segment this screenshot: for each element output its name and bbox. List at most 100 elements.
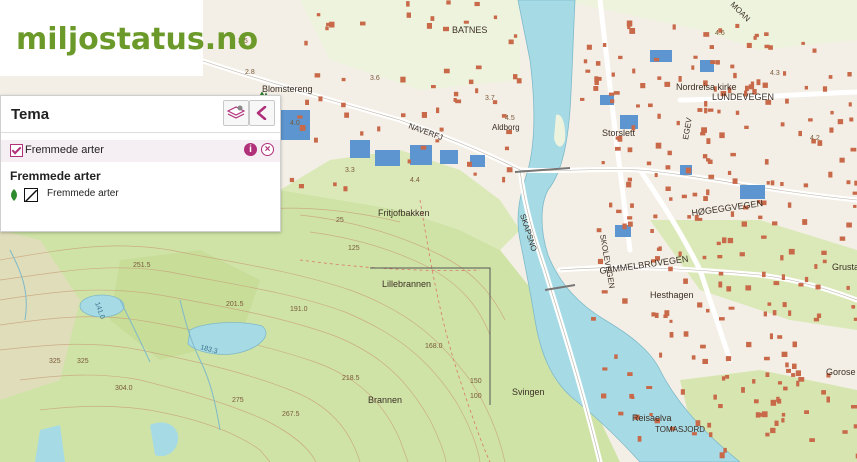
place-label: TOMASJORD bbox=[655, 425, 705, 434]
close-icon[interactable]: × bbox=[261, 143, 274, 156]
house bbox=[735, 23, 740, 28]
house bbox=[601, 290, 608, 294]
house bbox=[788, 310, 792, 316]
house bbox=[735, 110, 740, 115]
legend-item-label: Fremmede arter bbox=[47, 188, 119, 199]
house bbox=[796, 380, 800, 387]
panel-title: Tema bbox=[11, 106, 50, 123]
house bbox=[715, 60, 720, 65]
house bbox=[502, 176, 506, 183]
house bbox=[758, 215, 763, 220]
house bbox=[627, 372, 633, 376]
house bbox=[333, 182, 337, 187]
house bbox=[377, 126, 381, 132]
house bbox=[692, 192, 698, 197]
house bbox=[707, 108, 714, 112]
house bbox=[725, 356, 732, 362]
house bbox=[646, 386, 653, 389]
house bbox=[586, 44, 592, 50]
house bbox=[316, 13, 321, 17]
house bbox=[839, 236, 846, 241]
elevation-label: 275 bbox=[232, 397, 244, 404]
house bbox=[657, 76, 662, 80]
house bbox=[730, 64, 735, 69]
house bbox=[343, 186, 348, 192]
house bbox=[829, 127, 834, 133]
house bbox=[691, 355, 696, 360]
house bbox=[683, 278, 688, 284]
house bbox=[813, 317, 820, 322]
house bbox=[764, 356, 770, 361]
elevation-label: 125 bbox=[348, 245, 360, 252]
house bbox=[702, 358, 708, 364]
house bbox=[656, 247, 661, 251]
house bbox=[709, 432, 713, 438]
house bbox=[663, 314, 668, 318]
elevation-label: 4.0 bbox=[290, 120, 300, 127]
layers-icon bbox=[227, 105, 245, 119]
house bbox=[655, 142, 662, 149]
house bbox=[669, 319, 673, 323]
house bbox=[741, 387, 745, 393]
house bbox=[421, 112, 427, 118]
house bbox=[727, 237, 734, 244]
house bbox=[618, 55, 623, 60]
elevation-label: 168.0 bbox=[425, 343, 443, 350]
elevation-label: 304.0 bbox=[115, 385, 133, 392]
house bbox=[595, 61, 601, 66]
house bbox=[801, 41, 805, 45]
house bbox=[463, 20, 469, 24]
house bbox=[583, 59, 588, 64]
house bbox=[683, 331, 689, 337]
house bbox=[792, 363, 797, 369]
layers-button[interactable] bbox=[223, 100, 249, 126]
house bbox=[654, 173, 658, 178]
house bbox=[717, 109, 721, 114]
house bbox=[781, 418, 785, 423]
house bbox=[774, 420, 779, 426]
house bbox=[852, 191, 857, 195]
house bbox=[596, 228, 602, 233]
elevation-label: 4.6 bbox=[715, 30, 725, 37]
collapse-panel-button[interactable] bbox=[249, 100, 275, 126]
house bbox=[769, 333, 773, 340]
house bbox=[759, 413, 765, 417]
elevation-label: 267.5 bbox=[282, 411, 300, 418]
house bbox=[846, 180, 851, 185]
elevation-label: 3.6 bbox=[370, 75, 380, 82]
house bbox=[627, 147, 633, 153]
place-label: Nordreisa kirke bbox=[676, 82, 737, 92]
logo[interactable]: miljostatus.no bbox=[0, 0, 258, 76]
house bbox=[798, 130, 802, 137]
layer-row-fremmede-arter[interactable]: Fremmede arter i × bbox=[1, 140, 280, 162]
house bbox=[704, 107, 708, 114]
house bbox=[493, 15, 498, 20]
elevation-label: 218.5 bbox=[342, 375, 360, 382]
elevation-label: 3.7 bbox=[485, 95, 495, 102]
house bbox=[618, 411, 624, 416]
layer-checkbox[interactable] bbox=[10, 144, 23, 157]
house bbox=[504, 146, 509, 151]
house bbox=[298, 184, 304, 189]
house bbox=[826, 396, 830, 403]
house bbox=[508, 39, 514, 45]
house bbox=[613, 91, 620, 95]
elevation-label: 25 bbox=[336, 217, 344, 224]
house bbox=[718, 404, 723, 409]
house bbox=[420, 145, 427, 150]
house bbox=[426, 23, 432, 29]
house bbox=[814, 264, 818, 269]
info-icon[interactable]: i bbox=[244, 143, 257, 156]
house bbox=[804, 410, 809, 414]
house bbox=[630, 203, 634, 208]
house bbox=[443, 26, 449, 32]
house bbox=[773, 281, 780, 286]
house bbox=[314, 137, 318, 143]
house bbox=[706, 138, 711, 144]
house bbox=[446, 0, 451, 5]
house bbox=[609, 202, 613, 208]
house bbox=[627, 177, 632, 182]
house bbox=[781, 351, 788, 357]
house bbox=[730, 152, 736, 157]
house bbox=[772, 221, 778, 226]
